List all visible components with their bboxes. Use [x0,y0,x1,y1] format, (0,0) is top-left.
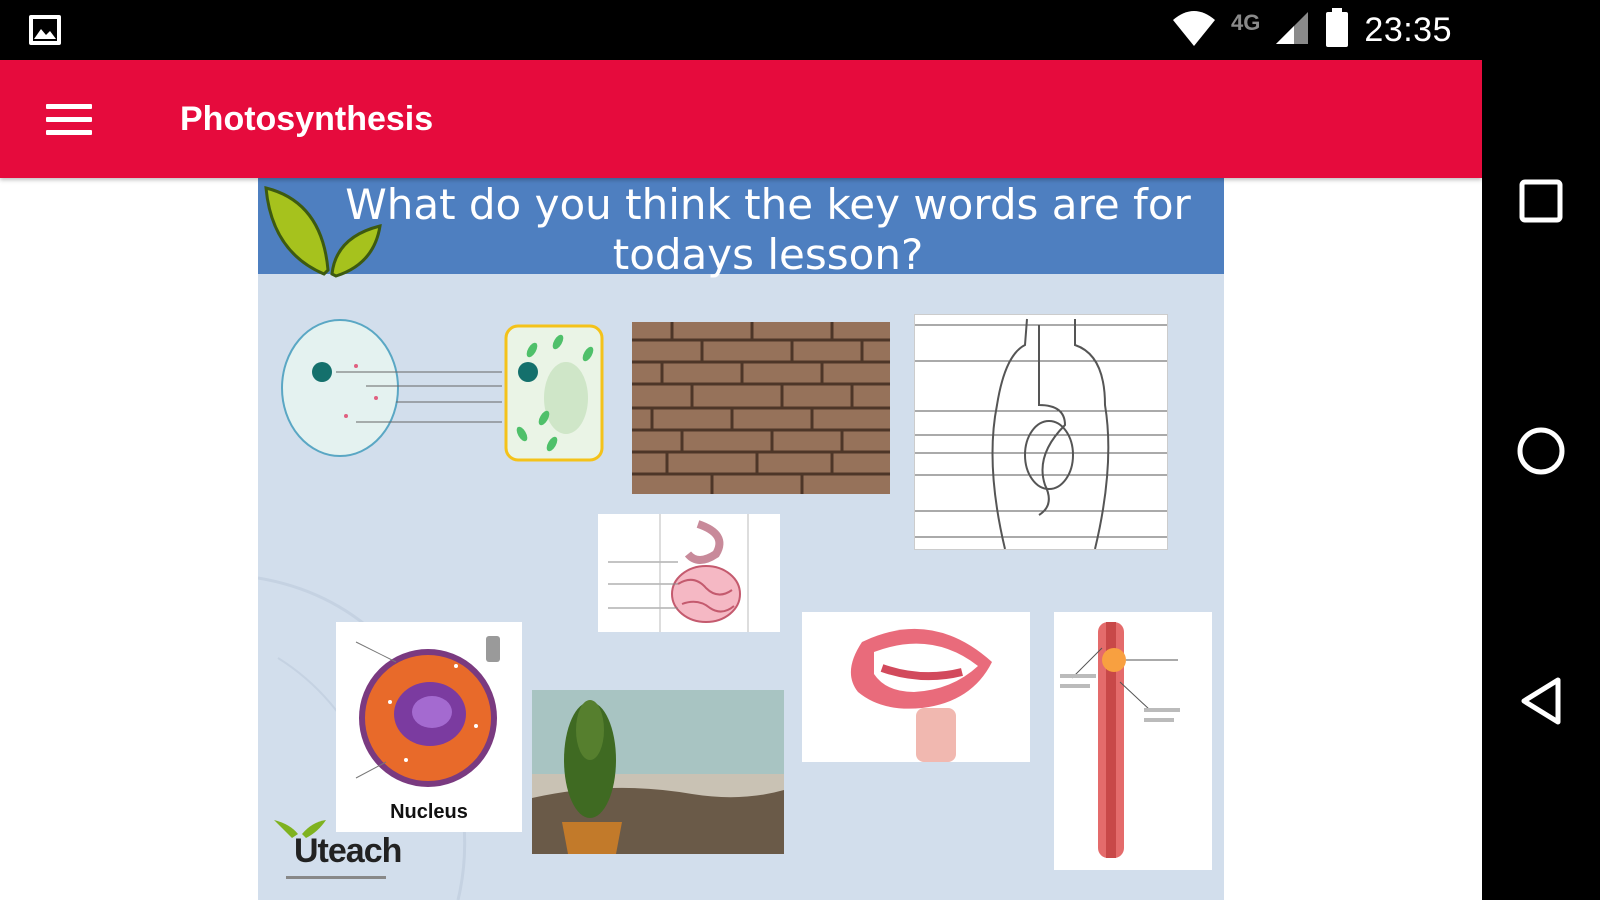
mouth-teeth-image [802,612,1030,762]
slide-header: What do you think the key words are for … [258,178,1224,279]
content-area[interactable]: What do you think the key words are for … [0,178,1482,900]
small-intestine-image [598,514,780,632]
slide-heading-line-1: What do you think the key words are for [345,180,1191,229]
toolbar-title: Photosynthesis [180,100,434,138]
slide-heading-line-2: todays lesson? [612,230,924,279]
battery-icon [1324,7,1350,53]
brick-wall-image [632,322,890,494]
nucleus-cell-image: Nucleus [336,622,522,832]
status-bar: 4G 23:35 [0,0,1482,60]
muscle-tube-image [1054,612,1212,870]
network-type-label: 4G [1231,10,1261,35]
cell-signal-icon [1274,10,1310,51]
digestive-system-diagram-image [914,314,1168,550]
home-circle-icon[interactable] [1506,416,1576,486]
lesson-slide[interactable]: What do you think the key words are for … [258,178,1224,900]
image-notification-icon [28,14,62,46]
android-screen: 4G 23:35 Photosynthesis What do you thin… [0,0,1600,900]
tree-by-sea-image [532,690,784,854]
hamburger-menu-icon[interactable] [42,98,96,142]
app-toolbar: Photosynthesis [0,60,1482,178]
recents-square-icon[interactable] [1506,166,1576,236]
uteach-logo-text: Uteach [294,832,402,870]
uteach-logo: Uteach [272,818,412,893]
wifi-icon [1171,8,1217,53]
navigation-bar [1482,0,1600,900]
clock-time: 23:35 [1364,10,1452,49]
back-triangle-icon[interactable] [1506,666,1576,736]
cell-diagram-image [276,306,614,466]
slide-heading: What do you think the key words are for … [328,180,1208,280]
status-icons: 4G 23:35 [1171,0,1452,60]
